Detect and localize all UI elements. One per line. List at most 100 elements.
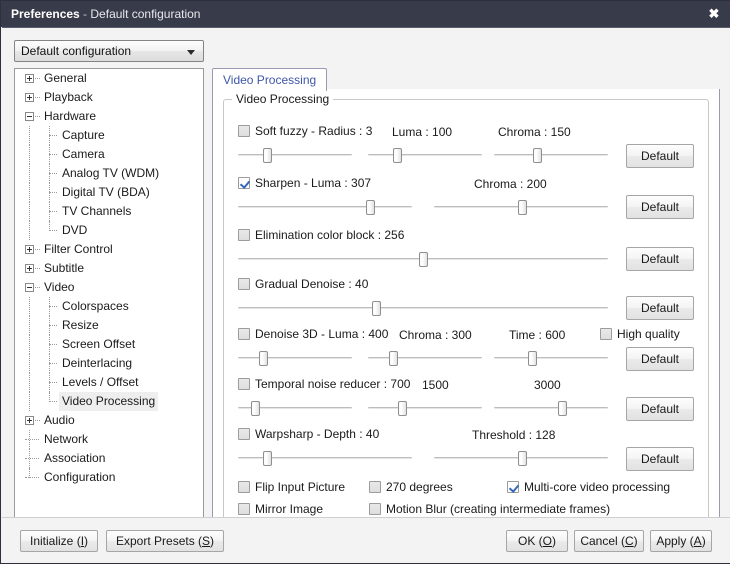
expand-icon[interactable] <box>25 416 34 425</box>
denoise-3d-default-button[interactable]: Default <box>626 347 694 371</box>
tree-item-camera[interactable]: Camera <box>15 145 203 164</box>
soft-fuzzy-radius-slider[interactable] <box>238 148 352 163</box>
warpsharp-depth-slider[interactable] <box>238 451 412 466</box>
tree-item-screen-offset[interactable]: Screen Offset <box>15 335 203 354</box>
tree-item-video-processing[interactable]: Video Processing <box>15 392 203 411</box>
tree-item-video[interactable]: Video <box>15 278 203 297</box>
tab-video-processing[interactable]: Video Processing <box>212 68 328 91</box>
configuration-select[interactable]: Default configuration <box>14 40 204 62</box>
slider-thumb[interactable] <box>251 401 260 416</box>
tree-item-resize[interactable]: Resize <box>15 316 203 335</box>
slider-thumb[interactable] <box>528 351 537 366</box>
gradual-denoise-default-button[interactable]: Default <box>626 296 694 320</box>
gradual-denoise-slider[interactable] <box>238 301 608 316</box>
denoise-3d-time-slider[interactable] <box>494 351 608 366</box>
temporal-noise-reducer-checkbox[interactable]: Temporal noise reducer : 700 <box>238 377 410 391</box>
sharpen-chroma-slider[interactable] <box>434 200 608 215</box>
tree-item-configuration[interactable]: Configuration <box>15 468 203 487</box>
ok-button[interactable]: OK (O) <box>506 530 568 552</box>
slider-thumb[interactable] <box>518 200 527 215</box>
slider-thumb[interactable] <box>533 148 542 163</box>
tree-item-label: General <box>44 71 87 85</box>
soft-fuzzy-default-button[interactable]: Default <box>626 144 694 168</box>
expand-icon[interactable] <box>25 93 34 102</box>
initialize-label-pre: Initialize ( <box>30 534 81 548</box>
slider-thumb[interactable] <box>558 401 567 416</box>
sharpen-checkbox[interactable]: Sharpen - Luma : 307 <box>238 176 371 190</box>
gradual-denoise-checkbox[interactable]: Gradual Denoise : 40 <box>238 277 368 291</box>
multi-core-video-processing-checkbox[interactable]: Multi-core video processing <box>507 480 670 494</box>
tree-guide-line <box>29 183 31 202</box>
apply-mnemonic: A <box>693 534 702 548</box>
settings-tree[interactable]: General Playback Hardware Capture Camera Anal… <box>14 68 204 535</box>
tree-item-audio[interactable]: Audio <box>15 411 203 430</box>
tree-item-general[interactable]: General <box>15 69 203 88</box>
tree-item-subtitle[interactable]: Subtitle <box>15 259 203 278</box>
warpsharp-checkbox[interactable]: Warpsharp - Depth : 40 <box>238 427 379 441</box>
tree-item-colorspaces[interactable]: Colorspaces <box>15 297 203 316</box>
warpsharp-default-button[interactable]: Default <box>626 447 694 471</box>
flip-input-picture-checkbox[interactable]: Flip Input Picture <box>238 480 345 494</box>
slider-thumb[interactable] <box>389 351 398 366</box>
denoise-3d-checkbox[interactable]: Denoise 3D - Luma : 400 <box>238 327 388 341</box>
warpsharp-threshold-slider[interactable] <box>434 451 608 466</box>
close-icon[interactable]: ✖ <box>703 5 725 23</box>
export-presets-button[interactable]: Export Presets (S) <box>106 530 225 552</box>
slider-thumb[interactable] <box>263 451 272 466</box>
soft-fuzzy-chroma-slider[interactable] <box>494 148 608 163</box>
expand-icon[interactable] <box>25 74 34 83</box>
denoise-3d-label: Denoise 3D - Luma : 400 <box>255 327 389 341</box>
temporal-slider-2[interactable] <box>368 401 482 416</box>
tree-item-dvd[interactable]: DVD <box>15 221 203 240</box>
cancel-button[interactable]: Cancel (C) <box>574 530 644 552</box>
slider-thumb[interactable] <box>372 301 381 316</box>
tree-item-network[interactable]: Network <box>15 430 203 449</box>
slider-thumb[interactable] <box>263 148 272 163</box>
expand-icon[interactable] <box>25 245 34 254</box>
apply-button[interactable]: Apply (A) <box>650 530 712 552</box>
denoise-3d-luma-slider[interactable] <box>238 351 352 366</box>
rotate-270-degrees-checkbox[interactable]: 270 degrees <box>369 480 453 494</box>
tree-item-hardware[interactable]: Hardware <box>15 107 203 126</box>
tree-guide-line <box>29 164 31 183</box>
soft-fuzzy-checkbox[interactable]: Soft fuzzy - Radius : 3 <box>238 124 372 138</box>
video-processing-group: Video Processing Soft fuzzy - Radius : 3… <box>223 92 709 523</box>
tree-item-digital-tv-bda[interactable]: Digital TV (BDA) <box>15 183 203 202</box>
elimination-color-block-default-button[interactable]: Default <box>626 247 694 271</box>
tree-guide-line <box>29 202 31 221</box>
expand-icon[interactable] <box>25 264 34 273</box>
tree-item-association[interactable]: Association <box>15 449 203 468</box>
tree-item-playback[interactable]: Playback <box>15 88 203 107</box>
tree-item-filter-control[interactable]: Filter Control <box>15 240 203 259</box>
mirror-image-checkbox[interactable]: Mirror Image <box>238 502 323 516</box>
sharpen-luma-slider[interactable] <box>238 200 412 215</box>
slider-thumb[interactable] <box>398 401 407 416</box>
slider-thumb[interactable] <box>518 451 527 466</box>
slider-thumb[interactable] <box>393 148 402 163</box>
soft-fuzzy-luma-slider[interactable] <box>368 148 482 163</box>
temporal-slider-1[interactable] <box>238 401 352 416</box>
denoise-3d-chroma-slider[interactable] <box>368 351 482 366</box>
tree-item-levels-offset[interactable]: Levels / Offset <box>15 373 203 392</box>
temporal-slider-3[interactable] <box>494 401 608 416</box>
motion-blur-checkbox[interactable]: Motion Blur (creating intermediate frame… <box>369 502 610 516</box>
elimination-color-block-slider[interactable] <box>238 252 608 267</box>
slider-thumb[interactable] <box>259 351 268 366</box>
high-quality-checkbox[interactable]: High quality <box>600 327 680 341</box>
checkbox-box <box>238 229 250 241</box>
collapse-icon[interactable] <box>25 283 34 292</box>
elimination-color-block-checkbox[interactable]: Elimination color block : 256 <box>238 228 404 242</box>
tree-item-tv-channels[interactable]: TV Channels <box>15 202 203 221</box>
slider-thumb[interactable] <box>419 252 428 267</box>
temporal-default-button[interactable]: Default <box>626 397 694 421</box>
high-quality-label: High quality <box>617 327 680 341</box>
sharpen-default-button[interactable]: Default <box>626 195 694 219</box>
tree-item-deinterlacing[interactable]: Deinterlacing <box>15 354 203 373</box>
initialize-button[interactable]: Initialize (I) <box>20 530 99 552</box>
tree-item-analog-tv-wdm[interactable]: Analog TV (WDM) <box>15 164 203 183</box>
tree-item-label: Configuration <box>44 470 116 484</box>
slider-thumb[interactable] <box>366 200 375 215</box>
checkbox-box <box>369 481 381 493</box>
collapse-icon[interactable] <box>25 112 34 121</box>
tree-item-capture[interactable]: Capture <box>15 126 203 145</box>
